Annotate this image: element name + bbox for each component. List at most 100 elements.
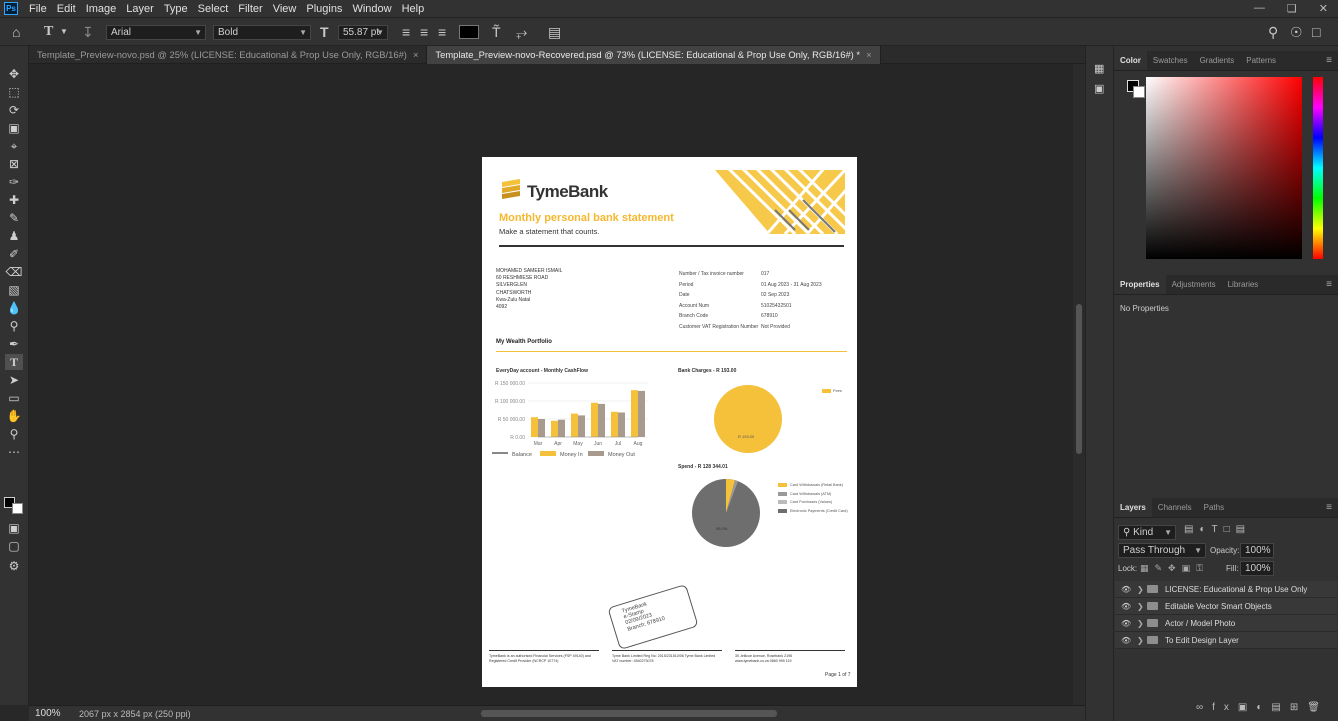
chevron-right-icon[interactable]: ❯ <box>1137 615 1144 632</box>
document-page[interactable]: TymeBank Monthly personal bank statement… <box>482 157 857 687</box>
healing-brush-tool-icon[interactable]: ✚ <box>5 192 23 208</box>
align-left-icon[interactable]: ≡ <box>402 24 410 40</box>
quick-mask-icon[interactable]: ▣ <box>5 520 23 536</box>
zoom-tool-icon[interactable]: ⚲ <box>5 426 23 442</box>
gradient-tool-icon[interactable]: ▧ <box>5 282 23 298</box>
character-panel-icon[interactable]: ▤ <box>548 24 561 41</box>
layer-row[interactable]: 👁 ❯ LICENSE: Educational & Prop Use Only <box>1115 581 1337 598</box>
lasso-tool-icon[interactable]: ⟳ <box>5 102 23 118</box>
menu-select[interactable]: Select <box>193 3 234 15</box>
blur-tool-icon[interactable]: 💧 <box>5 300 23 316</box>
new-group-icon[interactable]: ▤ <box>1271 702 1289 713</box>
menu-window[interactable]: Window <box>347 3 396 15</box>
eyedropper-tool-icon[interactable]: ✑ <box>5 174 23 190</box>
path-selection-tool-icon[interactable]: ➤ <box>5 372 23 388</box>
brush-tool-icon[interactable]: ✎ <box>5 210 23 226</box>
frame-tool-icon[interactable]: ⊠ <box>5 156 23 172</box>
tab-adjustments[interactable]: Adjustments <box>1166 275 1222 294</box>
pen-tool-icon[interactable]: ✒ <box>5 336 23 352</box>
visibility-eye-icon[interactable]: 👁 <box>1121 598 1131 615</box>
delete-layer-icon[interactable]: 🗑 <box>1307 702 1329 713</box>
close-icon[interactable]: ✕ <box>1319 2 1328 15</box>
menu-edit[interactable]: Edit <box>52 3 81 15</box>
tab-color[interactable]: Color <box>1114 51 1147 70</box>
history-brush-tool-icon[interactable]: ✐ <box>5 246 23 262</box>
font-size-input[interactable]: 55.87 pt ▼ <box>338 25 388 40</box>
tab-document-1[interactable]: Template_Preview-novo.psd @ 25% (LICENSE… <box>29 46 428 64</box>
link-layers-icon[interactable]: ∞ <box>1196 702 1212 713</box>
horizontal-scroll-thumb[interactable] <box>481 710 777 717</box>
tab-channels[interactable]: Channels <box>1152 498 1198 517</box>
opacity-input[interactable]: 100% <box>1240 543 1274 558</box>
panel-menu-icon[interactable]: ≡ <box>1326 55 1332 66</box>
lock-icons[interactable]: ▦✎✥▣⚿ <box>1140 563 1209 574</box>
workspace-icon[interactable]: □ <box>1312 24 1320 40</box>
chevron-right-icon[interactable]: ❯ <box>1137 632 1144 649</box>
canvas-area[interactable]: TymeBank Monthly personal bank statement… <box>29 64 1073 705</box>
tab-document-2[interactable]: Template_Preview-novo-Recovered.psd @ 73… <box>427 46 881 64</box>
panel-menu-icon[interactable]: ≡ <box>1326 279 1332 290</box>
screen-mode-icon[interactable]: ▢ <box>5 538 23 554</box>
add-mask-icon[interactable]: ▣ <box>1238 702 1256 713</box>
layer-row[interactable]: 👁 ❯ To Edit Design Layer <box>1115 632 1337 649</box>
menu-type[interactable]: Type <box>159 3 193 15</box>
tab-swatches[interactable]: Swatches <box>1147 51 1194 70</box>
visibility-eye-icon[interactable]: 👁 <box>1121 615 1131 632</box>
chevron-right-icon[interactable]: ❯ <box>1137 598 1144 615</box>
comments-panel-icon[interactable]: ▣ <box>1094 82 1104 95</box>
blend-mode-select[interactable]: Pass Through ▼ <box>1118 543 1206 558</box>
layer-filter-select[interactable]: ⚲ Kind ▼ <box>1118 525 1176 540</box>
fx-icon[interactable]: fx <box>1212 702 1238 713</box>
discover-icon[interactable]: ☉ <box>1290 24 1303 41</box>
background-color-swatch[interactable] <box>1133 86 1145 98</box>
close-tab-icon[interactable]: × <box>866 49 871 60</box>
tab-gradients[interactable]: Gradients <box>1194 51 1241 70</box>
type-tool-icon[interactable]: T <box>5 354 23 370</box>
layer-filter-icons[interactable]: ▤◐T□▤ <box>1184 524 1251 535</box>
scroll-thumb[interactable] <box>1076 304 1082 454</box>
layer-row[interactable]: 👁 ❯ Editable Vector Smart Objects <box>1115 598 1337 615</box>
font-style-select[interactable]: Bold ▼ <box>213 25 311 40</box>
background-color-swatch[interactable] <box>12 503 23 514</box>
move-tool-icon[interactable]: ✥ <box>5 66 23 82</box>
menu-view[interactable]: View <box>268 3 302 15</box>
warp-text-icon[interactable]: T̃ <box>492 24 501 40</box>
object-selection-tool-icon[interactable]: ▣ <box>5 120 23 136</box>
tab-properties[interactable]: Properties <box>1114 275 1166 294</box>
rectangle-tool-icon[interactable]: ▭ <box>5 390 23 406</box>
eraser-tool-icon[interactable]: ⌫ <box>5 264 23 280</box>
search-icon[interactable]: ⚲ <box>1268 24 1278 41</box>
visibility-eye-icon[interactable]: 👁 <box>1121 632 1131 649</box>
menu-filter[interactable]: Filter <box>233 3 267 15</box>
marquee-tool-icon[interactable]: ⬚ <box>5 84 23 100</box>
visibility-eye-icon[interactable]: 👁 <box>1121 581 1131 598</box>
restore-icon[interactable]: ❑ <box>1287 2 1297 15</box>
chevron-down-icon[interactable]: ▼ <box>60 27 68 36</box>
hue-slider[interactable] <box>1313 77 1323 259</box>
crop-tool-icon[interactable]: ⌖ <box>5 138 23 154</box>
fill-input[interactable]: 100% <box>1240 561 1274 576</box>
vertical-scrollbar[interactable] <box>1073 64 1085 705</box>
history-panel-icon[interactable]: ▦ <box>1094 62 1104 75</box>
align-center-icon[interactable]: ≡ <box>420 24 428 40</box>
text-orientation-icon[interactable]: ↧ <box>82 24 94 41</box>
clone-stamp-tool-icon[interactable]: ♟ <box>5 228 23 244</box>
tab-layers[interactable]: Layers <box>1114 498 1152 517</box>
menu-plugins[interactable]: Plugins <box>301 3 347 15</box>
chevron-right-icon[interactable]: ❯ <box>1137 581 1144 598</box>
more-tools-icon[interactable]: ⋯ <box>5 444 23 460</box>
edit-toolbar-icon[interactable]: ⚙ <box>5 558 23 574</box>
hand-tool-icon[interactable]: ✋ <box>5 408 23 424</box>
panel-menu-icon[interactable]: ≡ <box>1326 502 1332 513</box>
photoshop-logo-icon[interactable]: Ps <box>4 2 18 15</box>
menu-file[interactable]: File <box>24 3 52 15</box>
menu-image[interactable]: Image <box>81 3 122 15</box>
menu-layer[interactable]: Layer <box>121 3 159 15</box>
align-right-icon[interactable]: ≡ <box>438 24 446 40</box>
close-tab-icon[interactable]: × <box>413 49 418 60</box>
dodge-tool-icon[interactable]: ⚲ <box>5 318 23 334</box>
font-family-select[interactable]: Arial ▼ <box>106 25 206 40</box>
tab-patterns[interactable]: Patterns <box>1240 51 1282 70</box>
menu-help[interactable]: Help <box>397 3 430 15</box>
tab-libraries[interactable]: Libraries <box>1222 275 1265 294</box>
